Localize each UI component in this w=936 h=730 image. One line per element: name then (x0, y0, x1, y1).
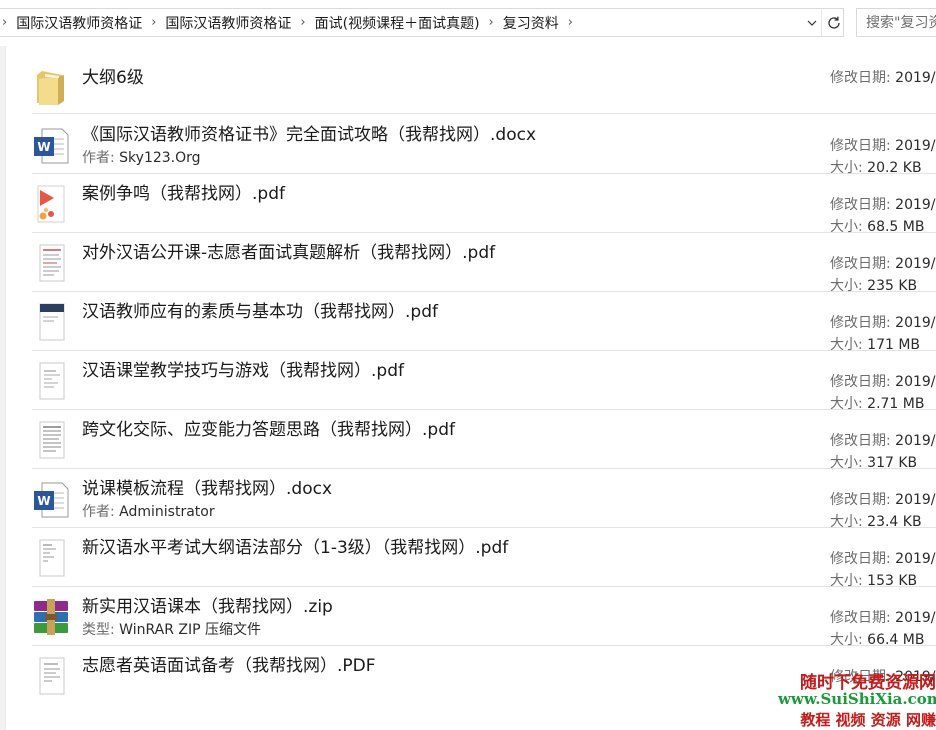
refresh-button[interactable] (821, 8, 845, 37)
file-name: 案例争鸣（我帮找网）.pdf (82, 184, 285, 204)
breadcrumb: › 国际汉语教师资格证 › 国际汉语教师资格证 › 面试(视频课程＋面试真题) … (2, 8, 582, 37)
list-item[interactable]: W 《国际汉语教师资格证书》完全面试攻略（我帮找网）.docx 作者: Sky1… (32, 115, 936, 176)
navigation-pane-edge[interactable] (0, 46, 6, 730)
modified-date-value: 2019/ (895, 551, 936, 567)
list-item[interactable]: 汉语教师应有的素质与基本功（我帮找网）.pdf 修改日期: 2019/ 大小: … (32, 292, 936, 353)
refresh-icon (827, 16, 840, 29)
modified-date: 修改日期: 2019/ (830, 489, 936, 509)
modified-date: 修改日期: 2019/ (830, 430, 936, 450)
watermark-url: www.SuiShiXia.com (778, 690, 936, 708)
pdf-thumbnail-icon (39, 244, 65, 282)
author-value: Sky123.Org (119, 150, 201, 166)
list-item[interactable]: 案例争鸣（我帮找网）.pdf 修改日期: 2019/ 大小: 68.5 MB (32, 174, 936, 235)
modified-date-label: 修改日期: (830, 315, 891, 331)
modified-date: 修改日期: 2019/ (830, 67, 936, 87)
file-author: 作者: Sky123.Org (82, 147, 201, 167)
modified-date-label: 修改日期: (830, 551, 891, 567)
file-type: 类型: WinRAR ZIP 压缩文件 (82, 619, 261, 639)
breadcrumb-chevron-icon[interactable]: › (559, 15, 582, 30)
address-bar-area: › 国际汉语教师资格证 › 国际汉语教师资格证 › 面试(视频课程＋面试真题) … (0, 0, 936, 46)
breadcrumb-chevron-icon[interactable]: › (142, 15, 165, 30)
breadcrumb-chevron-icon[interactable]: › (2, 15, 16, 30)
modified-date-value: 2019/ (895, 138, 936, 154)
file-name: 对外汉语公开课-志愿者面试真题解析（我帮找网）.pdf (82, 243, 496, 263)
modified-date-value: 2019/ (895, 315, 936, 331)
modified-date-value: 2019/ (895, 492, 936, 508)
modified-date: 修改日期: 2019/ (830, 607, 936, 627)
modified-date-label: 修改日期: (830, 70, 891, 86)
breadcrumb-item-4[interactable]: 复习资料 (503, 13, 559, 33)
file-type-label: 类型: (82, 622, 115, 638)
list-item[interactable]: 大纲6级 修改日期: 2019/ (32, 55, 936, 114)
word-doc-icon: W (34, 482, 69, 518)
breadcrumb-item-2[interactable]: 国际汉语教师资格证 (165, 13, 291, 33)
folder-icon (37, 71, 64, 105)
address-history-button[interactable] (802, 8, 821, 37)
modified-date: 修改日期: 2019/ (830, 253, 936, 273)
file-name: 《国际汉语教师资格证书》完全面试攻略（我帮找网）.docx (82, 125, 537, 145)
pdf-thumbnail-icon (39, 421, 65, 459)
breadcrumb-item-3[interactable]: 面试(视频课程＋面试真题) (315, 13, 480, 33)
modified-date-value: 2019/ (895, 256, 936, 272)
modified-date: 修改日期: 2019/ (830, 135, 936, 155)
modified-date-label: 修改日期: (830, 492, 891, 508)
pdf-thumbnail-icon (39, 657, 65, 695)
modified-date: 修改日期: 2019/ (830, 371, 936, 391)
modified-date: 修改日期: 2019/ (830, 548, 936, 568)
list-item[interactable]: 新实用汉语课本（我帮找网）.zip 类型: WinRAR ZIP 压缩文件 修改… (32, 587, 936, 648)
modified-date: 修改日期: 2019/ (830, 194, 936, 214)
chevron-down-icon (807, 20, 816, 26)
winrar-zip-icon (34, 599, 68, 635)
file-name: 汉语课堂教学技巧与游戏（我帮找网）.pdf (82, 361, 404, 381)
search-box[interactable] (856, 8, 936, 37)
modified-date: 修改日期: 2019/ (830, 312, 936, 332)
file-author: 作者: Administrator (82, 501, 215, 521)
modified-date-label: 修改日期: (830, 256, 891, 272)
file-type-value: WinRAR ZIP 压缩文件 (119, 622, 261, 638)
modified-date-label: 修改日期: (830, 197, 891, 213)
modified-date-label: 修改日期: (830, 138, 891, 154)
list-item[interactable]: 跨文化交际、应变能力答题思路（我帮找网）.pdf 修改日期: 2019/ 大小:… (32, 410, 936, 471)
pdf-thumbnail-icon (39, 303, 65, 341)
watermark-tagline: 教程 视频 资源 网赚 (800, 711, 936, 729)
modified-date-value: 2019/ (895, 197, 936, 213)
breadcrumb-chevron-icon[interactable]: › (291, 15, 314, 30)
file-name: 说课模板流程（我帮找网）.docx (82, 479, 333, 499)
modified-date-value: 2019/ (895, 433, 936, 449)
author-label: 作者: (82, 150, 115, 166)
list-item[interactable]: 对外汉语公开课-志愿者面试真题解析（我帮找网）.pdf 修改日期: 2019/ … (32, 233, 936, 294)
author-label: 作者: (82, 504, 115, 520)
search-input[interactable] (857, 9, 936, 36)
modified-date-label: 修改日期: (830, 610, 891, 626)
file-name: 跨文化交际、应变能力答题思路（我帮找网）.pdf (82, 420, 455, 440)
breadcrumb-chevron-icon[interactable]: › (480, 15, 503, 30)
modified-date-label: 修改日期: (830, 374, 891, 390)
modified-date-label: 修改日期: (830, 433, 891, 449)
file-name: 大纲6级 (82, 68, 144, 88)
pdf-thumbnail-icon (39, 539, 65, 577)
file-name: 志愿者英语面试备考（我帮找网）.PDF (82, 656, 376, 676)
svg-text:W: W (37, 140, 50, 154)
word-doc-icon: W (34, 128, 69, 164)
modified-date-value: 2019/ (895, 610, 936, 626)
svg-text:W: W (37, 494, 50, 508)
list-item[interactable]: 汉语课堂教学技巧与游戏（我帮找网）.pdf 修改日期: 2019/ 大小: 2.… (32, 351, 936, 412)
list-item[interactable]: 新汉语水平考试大纲语法部分（1-3级）（我帮找网）.pdf 修改日期: 2019… (32, 528, 936, 589)
modified-date-value: 2019/ (895, 70, 936, 86)
breadcrumb-item-1[interactable]: 国际汉语教师资格证 (16, 13, 142, 33)
author-value: Administrator (119, 504, 215, 520)
modified-date-value: 2019/ (895, 374, 936, 390)
pdf-thumbnail-icon (39, 362, 65, 400)
list-item[interactable]: W 说课模板流程（我帮找网）.docx 作者: Administrator 修改… (32, 469, 936, 530)
pdf-thumbnail-icon (37, 185, 65, 223)
file-name: 新实用汉语课本（我帮找网）.zip (82, 597, 333, 617)
file-name: 汉语教师应有的素质与基本功（我帮找网）.pdf (82, 302, 438, 322)
file-name: 新汉语水平考试大纲语法部分（1-3级）（我帮找网）.pdf (82, 538, 509, 558)
